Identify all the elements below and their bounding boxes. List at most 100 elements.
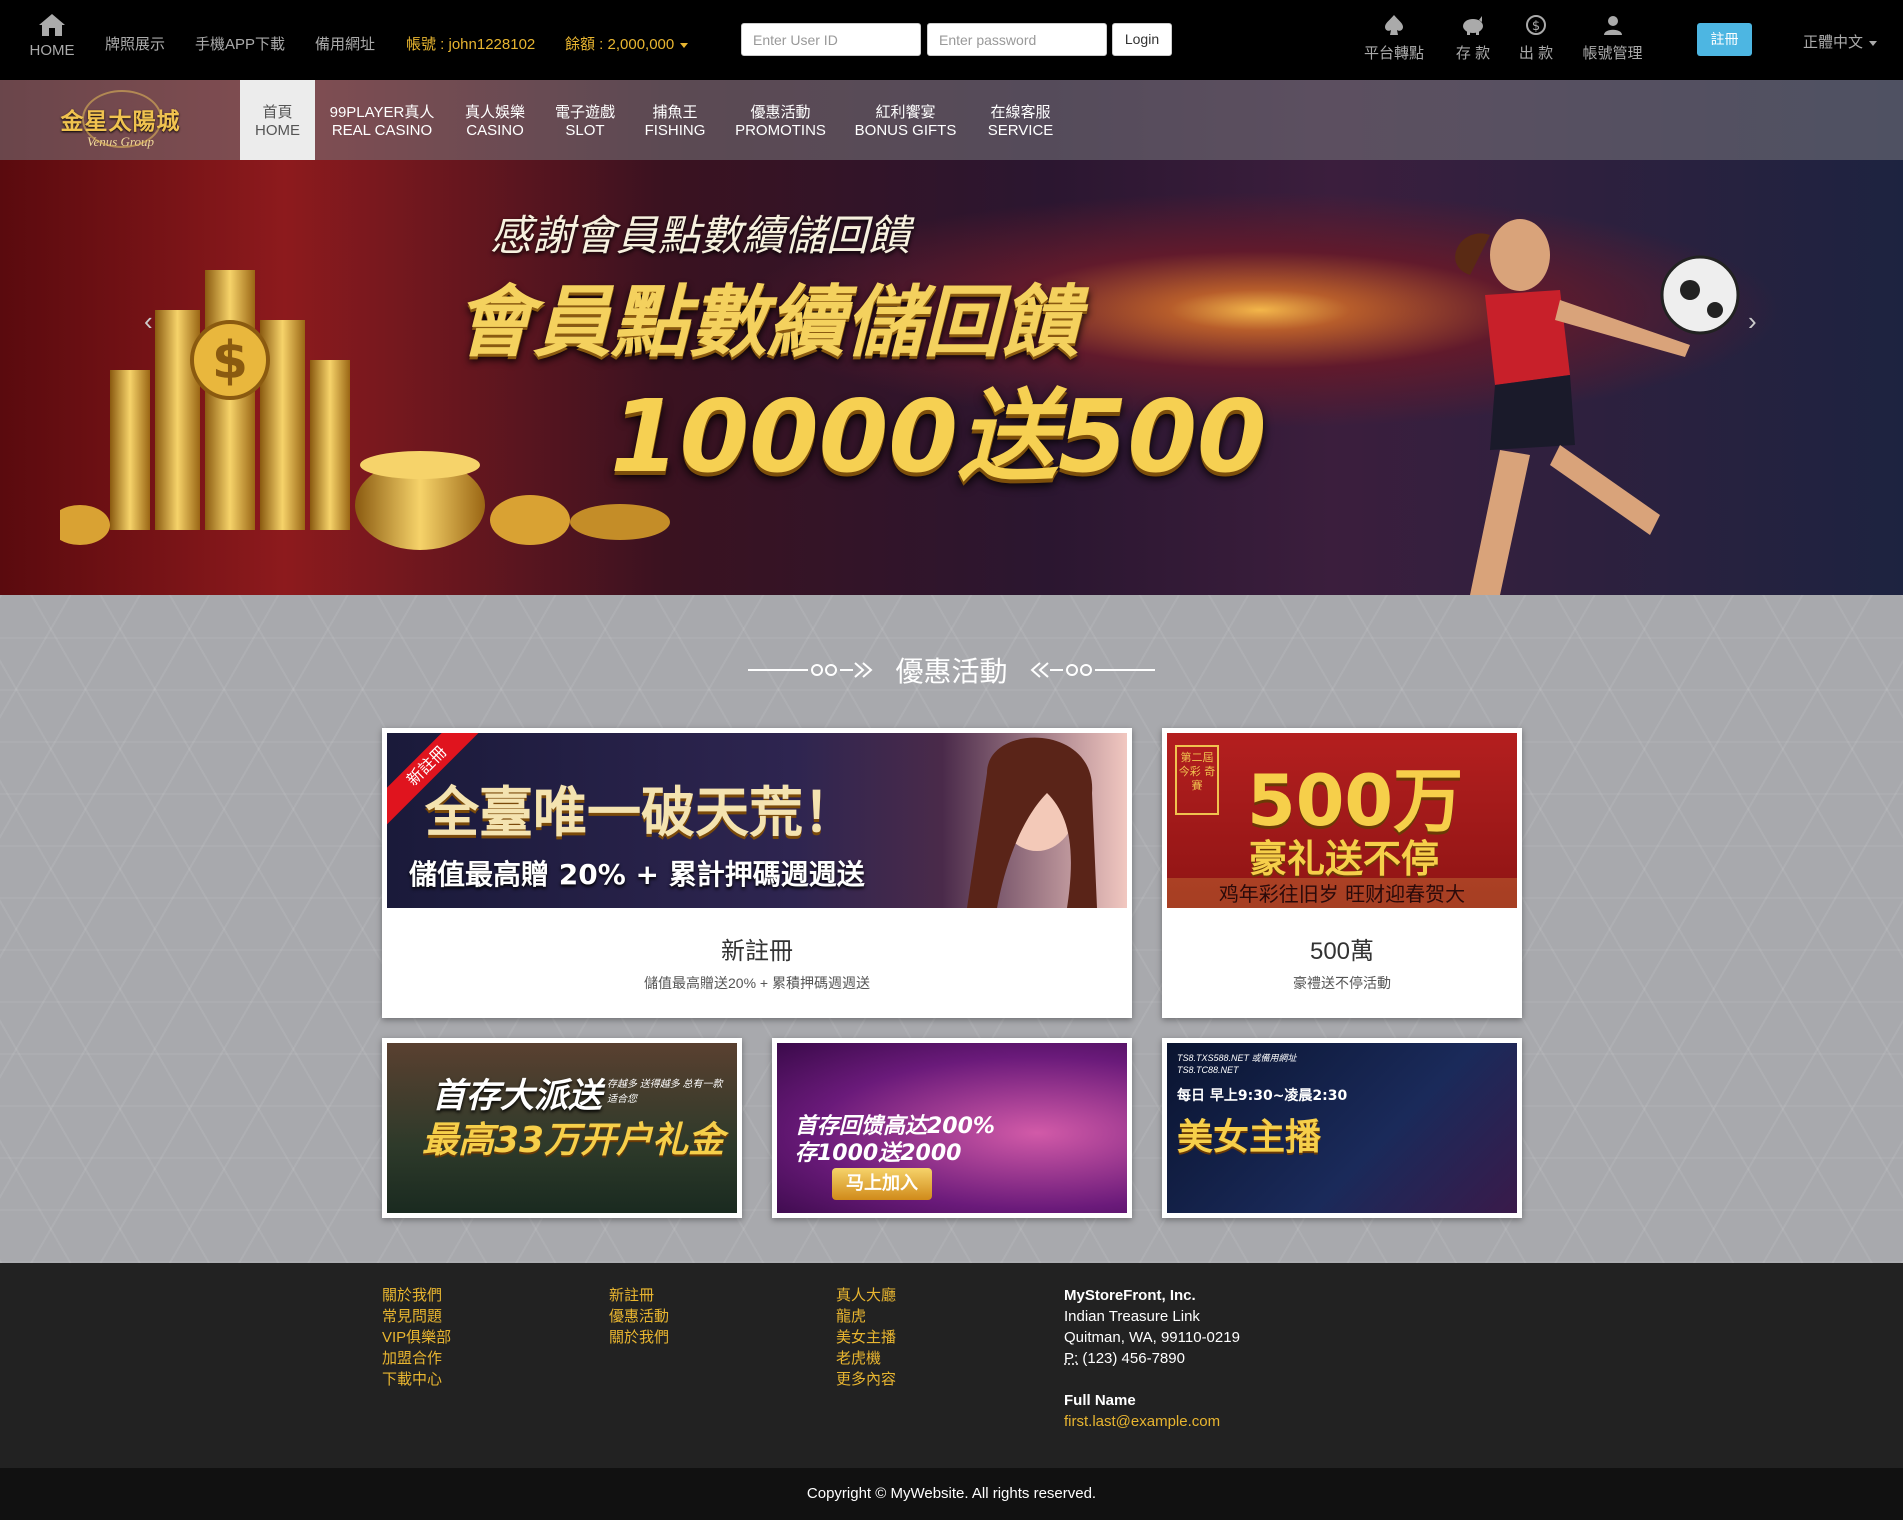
nav-label-zh: 在線客服: [990, 104, 1051, 121]
promo-image-headline: 全臺唯一破天荒！: [425, 781, 857, 844]
phone-number: (123) 456-7890: [1082, 1350, 1185, 1367]
nav-bonus-gifts[interactable]: 紅利饗宴 BONUS GIFTS: [848, 80, 963, 160]
footer-link[interactable]: 龍虎: [836, 1306, 896, 1327]
footer-link[interactable]: 下載中心: [382, 1369, 451, 1390]
promo-card-deposit-bonus[interactable]: 首存回馈高达200% 存1000送2000 马上加入: [772, 1038, 1132, 1218]
nav-label-en: BONUS GIFTS: [854, 122, 957, 139]
promo-image-new-member: 新註冊 全臺唯一破天荒！ 儲值最高贈 20% + 累計押碼週週送: [387, 733, 1127, 908]
banner-slide[interactable]: $ 感謝會員點數續儲回饋 會員點數續儲回饋 10000送500 ‹ ›: [0, 160, 1903, 595]
promo-image-foot: 鸡年彩往旧岁 旺财迎春贺大: [1167, 878, 1517, 908]
footer-link[interactable]: 關於我們: [609, 1327, 669, 1348]
nav-fishing[interactable]: 捕魚王 FISHING: [635, 80, 715, 160]
promo-image-top1: TS8.TXS588.NET 或備用網址: [1177, 1053, 1297, 1063]
promo-image-5-million: 第二屆 今彩 奇賽 500万 豪礼送不停 鸡年彩往旧岁 旺财迎春贺大: [1167, 733, 1517, 908]
logo-ring: [82, 90, 162, 148]
promo-card-live-host[interactable]: TS8.TXS588.NET 或備用網址 TS8.TC88.NET 每日 早上9…: [1162, 1038, 1522, 1218]
ornament-right-icon: [1030, 662, 1092, 678]
promo-image-line1: 首存大派送: [432, 1076, 602, 1116]
nav-label-en: PROMOTINS: [735, 122, 826, 139]
piggy-bank-icon: [1463, 16, 1483, 35]
phone-label: P:: [1064, 1350, 1079, 1367]
join-now-button[interactable]: 马上加入: [832, 1168, 932, 1200]
account-management-link[interactable]: 帳號管理: [1580, 14, 1645, 63]
footer-link[interactable]: 更多內容: [836, 1369, 896, 1390]
promo-card-desc: 儲值最高贈送20% + 累積押碼週週送: [644, 975, 870, 991]
footer-link[interactable]: 關於我們: [382, 1285, 451, 1306]
promo-image-live-host: TS8.TXS588.NET 或備用網址 TS8.TC88.NET 每日 早上9…: [1167, 1043, 1517, 1213]
transfer-link[interactable]: 平台轉點: [1363, 14, 1425, 63]
balance-dropdown[interactable]: 餘額 : 2,000,000: [565, 33, 689, 54]
footer-col-2: 新註冊 優惠活動 關於我們: [609, 1285, 669, 1348]
spade-icon: [1385, 15, 1403, 35]
site-logo[interactable]: 金星太陽城 Venus Group: [48, 90, 193, 152]
footer-link[interactable]: 真人大廳: [836, 1285, 896, 1306]
account-management-label: 帳號管理: [1582, 45, 1643, 62]
promo-image-line2: 美女主播: [1177, 1117, 1322, 1158]
language-dropdown[interactable]: 正體中文: [1803, 31, 1878, 52]
promo-card-title: 新註冊: [721, 938, 793, 965]
footer-col-3: 真人大廳 龍虎 美女主播 老虎機 更多內容: [836, 1285, 896, 1390]
svg-text:$: $: [1532, 19, 1540, 34]
banner-next-arrow[interactable]: ›: [1748, 306, 1757, 337]
backup-url-link[interactable]: 備用網址: [315, 33, 375, 54]
home-link[interactable]: HOME: [28, 12, 76, 59]
nav-service[interactable]: 在線客服 SERVICE: [978, 80, 1063, 160]
promo-image-line2: 存1000送2000: [795, 1141, 962, 1166]
promo-card-new-member[interactable]: 新註冊 全臺唯一破天荒！ 儲值最高贈 20% + 累計押碼週週送 新註冊 儲值最…: [382, 728, 1132, 1018]
copyright: Copyright © MyWebsite. All rights reserv…: [0, 1468, 1903, 1520]
footer-link[interactable]: 加盟合作: [382, 1348, 451, 1369]
balance-text: 餘額 : 2,000,000: [565, 36, 675, 53]
withdraw-link[interactable]: $ 出 款: [1515, 14, 1557, 63]
nav-label-en: SLOT: [565, 122, 605, 139]
home-label: HOME: [29, 42, 75, 59]
userid-input[interactable]: [741, 23, 921, 56]
caret-down-icon: [1869, 40, 1878, 46]
deposit-link[interactable]: 存 款: [1452, 14, 1494, 63]
nav-home[interactable]: 首頁 HOME: [240, 80, 315, 160]
address-city: Quitman, WA, 99110-0219: [1064, 1329, 1240, 1346]
footer-col-1: 關於我們 常見問題 VIP俱樂部 加盟合作 下載中心: [382, 1285, 451, 1390]
contact-email[interactable]: first.last@example.com: [1064, 1411, 1240, 1432]
nav-casino[interactable]: 真人娛樂 CASINO: [455, 80, 535, 160]
footer-address: MyStoreFront, Inc. Indian Treasure Link …: [1064, 1285, 1240, 1432]
banner-line1: 感謝會員點數續儲回饋: [490, 211, 911, 260]
main-nav: 金星太陽城 Venus Group 首頁 HOME 99PLAYER真人 REAL …: [0, 80, 1903, 160]
license-link[interactable]: 牌照展示: [105, 33, 165, 54]
nav-label-en: CASINO: [466, 122, 524, 139]
nav-promotions[interactable]: 優惠活動 PROMOTINS: [728, 80, 833, 160]
promo-card-desc: 豪禮送不停活動: [1293, 975, 1391, 991]
banner-prev-arrow[interactable]: ‹: [144, 306, 153, 337]
withdraw-label: 出 款: [1518, 45, 1554, 62]
language-label: 正體中文: [1803, 34, 1864, 51]
footer-link[interactable]: 常見問題: [382, 1306, 451, 1327]
footer-link[interactable]: 美女主播: [836, 1327, 896, 1348]
dollar-icon: $: [1526, 15, 1546, 35]
address-street: Indian Treasure Link: [1064, 1308, 1200, 1325]
footer-link[interactable]: VIP俱樂部: [382, 1327, 451, 1348]
account-name: 帳號 : john1228102: [406, 36, 536, 53]
promo-image-side: 存越多 送得越多 总有一款适合您: [607, 1079, 723, 1105]
hero-banner: 金星太陽城 Venus Group 首頁 HOME 99PLAYER真人 REAL …: [0, 80, 1903, 595]
nav-label-zh: 優惠活動: [750, 104, 811, 121]
promo-card-first-deposit[interactable]: 首存大派送 最高33万开户礼金 存越多 送得越多 总有一款适合您: [382, 1038, 742, 1218]
promo-card-5-million[interactable]: 第二屆 今彩 奇賽 500万 豪礼送不停 鸡年彩往旧岁 旺财迎春贺大 500萬 …: [1162, 728, 1522, 1018]
register-button[interactable]: 註冊: [1697, 23, 1752, 56]
login-button[interactable]: Login: [1112, 23, 1172, 56]
nav-slot[interactable]: 電子遊戲 SLOT: [545, 80, 625, 160]
deposit-label: 存 款: [1455, 45, 1491, 62]
footer-link[interactable]: 新註冊: [609, 1285, 669, 1306]
section-title: 優惠活動: [895, 656, 1008, 687]
banner-line3: 10000送500: [610, 378, 1267, 495]
app-download-link[interactable]: 手機APP下載: [195, 33, 285, 54]
user-icon: [1603, 16, 1622, 35]
contact-title: Full Name: [1064, 1392, 1136, 1409]
footer-link[interactable]: 老虎機: [836, 1348, 896, 1369]
password-input[interactable]: [927, 23, 1107, 56]
nav-label-en: REAL CASINO: [331, 122, 433, 139]
nav-real-casino[interactable]: 99PLAYER真人 REAL CASINO: [322, 80, 442, 160]
caret-down-icon: [680, 42, 689, 48]
transfer-label: 平台轉點: [1363, 45, 1424, 62]
footer-link[interactable]: 優惠活動: [609, 1306, 669, 1327]
nav-label-en: SERVICE: [987, 122, 1054, 139]
nav-label-en: FISHING: [644, 122, 706, 139]
